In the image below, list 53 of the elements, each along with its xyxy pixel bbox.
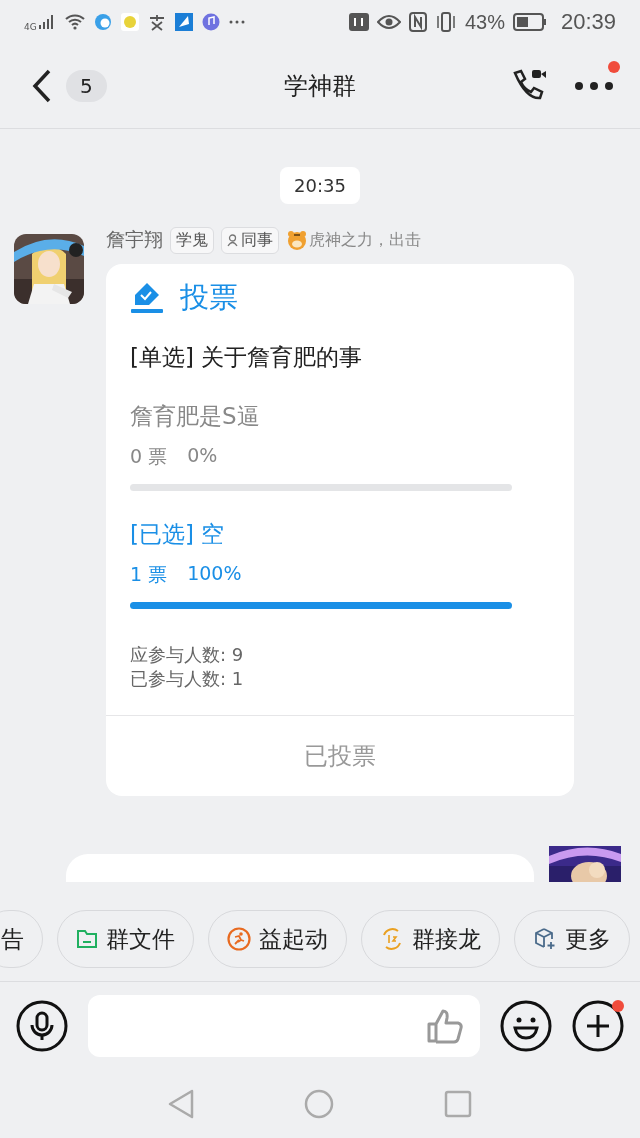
unread-count: 5 (66, 70, 107, 102)
poll-option: [已选] 空 (130, 519, 550, 550)
app-icon (174, 13, 193, 31)
member-tag: 学鬼 (170, 226, 214, 254)
signal-icon (37, 15, 56, 29)
quick-action-chip[interactable]: 告 (0, 910, 43, 968)
expected-count: 应参与人数: 9 (129, 643, 245, 667)
thumbs-up-icon[interactable] (426, 1008, 464, 1044)
vote-percent: 0% (187, 444, 218, 468)
quick-action-chip[interactable]: 益起动 (208, 910, 347, 968)
poll-card[interactable]: 投票 [单选] 关于詹育肥的事 詹育肥是S逼 0 票 0% [已选] 空 1 票 100% 应参与人数: 9 已参与人数: 1 已投票 (106, 264, 574, 796)
clock-time: 20:39 (560, 9, 616, 35)
add-icon[interactable] (572, 1000, 624, 1052)
quick-action-chip[interactable]: 群接龙 (361, 910, 500, 968)
back-icon[interactable] (32, 69, 52, 103)
person-icon (227, 233, 238, 247)
folder-icon (76, 929, 98, 949)
more-icon[interactable] (574, 81, 614, 91)
app-icon (93, 13, 112, 31)
poll-option: 詹育肥是S逼 (130, 401, 550, 432)
eye-icon (376, 14, 401, 30)
vote-count: 1 票 (130, 562, 168, 587)
poll-question: [单选] 关于詹育肥的事 (129, 343, 364, 372)
network-type: 4G (24, 22, 37, 32)
more-notifications-icon (228, 20, 245, 24)
vote-icon (130, 281, 164, 315)
vibrate-icon (434, 12, 457, 32)
emoji-icon[interactable] (500, 1000, 552, 1052)
tiger-icon (286, 229, 308, 251)
quick-action-chip[interactable]: 更多 (514, 910, 630, 968)
nfc-icon (408, 12, 427, 32)
runner-icon (227, 927, 251, 951)
vote-percent: 100% (187, 562, 242, 586)
battery-icon (512, 13, 547, 31)
app-icon (147, 13, 166, 31)
vote-count: 0 票 (130, 444, 168, 469)
participated-count: 已参与人数: 1 (129, 667, 245, 691)
message-input-field[interactable] (88, 995, 480, 1057)
sender-name: 詹宇翔 (106, 227, 163, 252)
wifi-icon (64, 14, 85, 30)
numbers-icon (380, 927, 404, 951)
cube-icon (533, 927, 557, 951)
chat-title: 学神群 (284, 71, 356, 102)
quick-action-chip[interactable]: 群文件 (57, 910, 194, 968)
microphone-icon[interactable] (16, 1000, 68, 1052)
member-signature: 虎神之力，出击 (309, 229, 421, 251)
poll-heading: 投票 (180, 279, 238, 316)
member-tag: 同事 (221, 226, 279, 254)
battery-percent: 43% (464, 10, 505, 34)
music-app-icon (201, 13, 220, 31)
message-timestamp: 20:35 (280, 167, 360, 204)
app-icon (120, 13, 139, 31)
voted-status: 已投票 (304, 741, 376, 772)
